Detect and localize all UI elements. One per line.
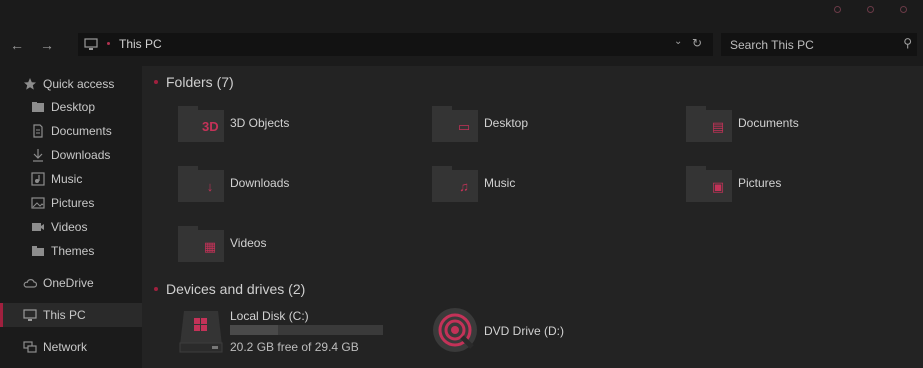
search-box[interactable]: Search This PC ⚲ — [721, 33, 917, 56]
disk-usage-bar — [230, 325, 383, 335]
star-icon — [24, 78, 36, 90]
folder-tile-pictures[interactable]: ▣ Pictures — [686, 166, 906, 210]
search-icon[interactable]: ⚲ — [903, 36, 912, 50]
minimize-button[interactable] — [834, 6, 841, 13]
computer-icon — [23, 309, 37, 321]
hard-disk-icon[interactable] — [178, 309, 224, 353]
pictures-icon — [31, 197, 45, 209]
folder-label: Music — [484, 176, 516, 190]
folder-label: Videos — [230, 236, 267, 250]
local-disk-label[interactable]: Local Disk (C:) — [230, 309, 309, 323]
picture-icon: ▣ — [711, 179, 725, 194]
folder-label: Downloads — [230, 176, 290, 190]
sidebar-item-videos[interactable]: Videos — [0, 215, 142, 239]
music-icon — [31, 172, 45, 186]
sidebar-item-label: Quick access — [43, 77, 115, 91]
maximize-button[interactable] — [867, 6, 874, 13]
folder-icon: ▦ — [178, 226, 224, 262]
folder-tile-videos[interactable]: ▦ Videos — [178, 226, 398, 270]
sidebar-item-themes[interactable]: Themes — [0, 239, 142, 263]
group-bullet — [154, 287, 158, 291]
computer-icon — [84, 38, 98, 50]
music-note-icon: ♫ — [459, 179, 469, 194]
desktop-folder-icon — [32, 102, 44, 112]
title-bar — [0, 0, 923, 24]
chevron-down-icon[interactable]: ⌄ — [674, 36, 682, 47]
sidebar-item-desktop[interactable]: Desktop — [0, 95, 142, 119]
sidebar-item-pictures[interactable]: Pictures — [0, 191, 142, 215]
disk-usage-fill — [230, 325, 278, 335]
folder-icon: ▣ — [686, 166, 732, 202]
search-input[interactable]: Search This PC — [730, 38, 814, 52]
folder-label: Documents — [738, 116, 799, 130]
folder-tile-documents[interactable]: ▤ Documents — [686, 106, 906, 150]
folder-label: Desktop — [484, 116, 529, 130]
group-bullet — [154, 80, 158, 84]
documents-icon — [33, 124, 43, 138]
sidebar-item-music[interactable]: Music — [0, 167, 142, 191]
videos-icon — [32, 223, 44, 231]
desktop-icon: ▭ — [457, 119, 471, 134]
folder-icon: ♫ — [432, 166, 478, 202]
folder-label: Pictures — [738, 176, 782, 190]
folders-group-header[interactable]: Folders (7) — [166, 74, 234, 90]
folder-tile-3d-objects[interactable]: 3D 3D Objects — [178, 106, 398, 150]
sidebar-item-label: OneDrive — [43, 276, 94, 290]
path-separator — [107, 42, 110, 45]
back-arrow-icon[interactable]: ← — [8, 36, 26, 54]
sidebar-item-label: Documents — [51, 124, 112, 138]
folder-tile-desktop[interactable]: ▭ Desktop — [432, 106, 652, 150]
film-icon: ▦ — [203, 239, 217, 254]
sidebar-item-onedrive[interactable]: OneDrive — [0, 271, 142, 295]
folder-icon: ↓ — [178, 166, 224, 202]
forward-arrow-icon[interactable]: → — [38, 36, 56, 54]
dvd-drive-label[interactable]: DVD Drive (D:) — [484, 324, 564, 338]
folder-icon: 3D — [178, 106, 224, 142]
sidebar-item-label: Pictures — [51, 196, 95, 210]
sidebar-item-network[interactable]: Network — [0, 335, 142, 359]
selection-indicator — [0, 303, 3, 327]
folder-label: 3D Objects — [230, 116, 290, 130]
sidebar-item-downloads[interactable]: Downloads — [0, 143, 142, 167]
refresh-icon[interactable]: ↻ — [692, 36, 702, 50]
close-button[interactable] — [900, 6, 907, 13]
sidebar-item-this-pc[interactable]: This PC — [0, 303, 142, 327]
devices-group-header[interactable]: Devices and drives (2) — [166, 281, 305, 297]
address-path[interactable]: This PC — [119, 37, 162, 51]
sidebar-item-label: This PC — [43, 308, 86, 322]
sidebar-item-label: Themes — [51, 244, 95, 258]
folder-icon — [32, 246, 44, 256]
sidebar-item-label: Desktop — [51, 100, 96, 114]
documents-icon: ▤ — [711, 119, 725, 134]
navigation-pane: Quick access Desktop Documents Downloads… — [0, 66, 142, 368]
folder-icon: ▭ — [432, 106, 478, 142]
sidebar-item-documents[interactable]: Documents — [0, 119, 142, 143]
network-icon — [23, 341, 37, 353]
sidebar-item-quick-access[interactable]: Quick access — [0, 72, 142, 96]
download-arrow-icon: ↓ — [206, 179, 214, 194]
downloads-icon — [33, 149, 43, 162]
sidebar-item-label: Videos — [51, 220, 88, 234]
folder-tile-music[interactable]: ♫ Music — [432, 166, 652, 210]
sidebar-item-label: Downloads — [51, 148, 111, 162]
dvd-drive-icon[interactable] — [432, 307, 478, 353]
folder-icon: ▤ — [686, 106, 732, 142]
folder-tile-downloads[interactable]: ↓ Downloads — [178, 166, 398, 210]
disk-free-space: 20.2 GB free of 29.4 GB — [230, 340, 359, 354]
sidebar-item-label: Network — [43, 340, 88, 354]
3d-objects-icon: 3D — [202, 119, 219, 134]
sidebar-item-label: Music — [51, 172, 83, 186]
address-bar[interactable]: This PC ⌄ ↻ — [78, 33, 713, 56]
cloud-icon — [23, 279, 37, 288]
